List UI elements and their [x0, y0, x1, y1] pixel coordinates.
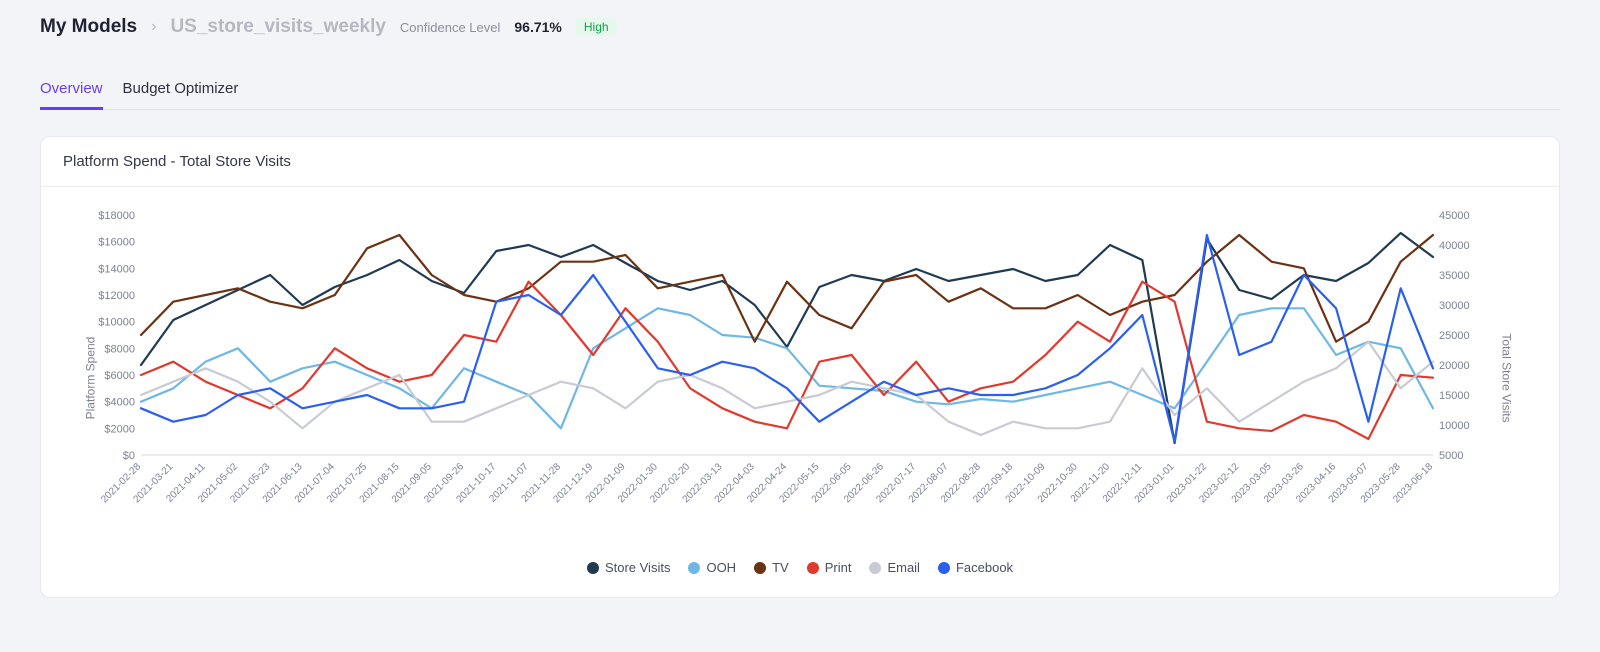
- svg-text:$4000: $4000: [104, 397, 135, 409]
- legend-label: OOH: [706, 560, 736, 575]
- chart-area[interactable]: Platform Spend Total Store Visits $0 $200…: [63, 205, 1537, 550]
- svg-text:25000: 25000: [1439, 330, 1470, 342]
- svg-text:$10000: $10000: [98, 317, 135, 329]
- legend-dot-icon: [754, 562, 766, 574]
- legend-item[interactable]: Store Visits: [587, 560, 671, 575]
- legend-dot-icon: [807, 562, 819, 574]
- svg-text:15000: 15000: [1439, 390, 1470, 402]
- confidence-value: 96.71%: [514, 19, 561, 35]
- legend-item[interactable]: Facebook: [938, 560, 1013, 575]
- legend-dot-icon: [688, 562, 700, 574]
- legend-item[interactable]: TV: [754, 560, 789, 575]
- card-title: Platform Spend - Total Store Visits: [41, 137, 1559, 187]
- tab-overview[interactable]: Overview: [40, 80, 103, 110]
- legend-label: Store Visits: [605, 560, 671, 575]
- breadcrumb: My Models › US_store_visits_weekly Confi…: [40, 16, 1560, 38]
- svg-text:5000: 5000: [1439, 450, 1463, 462]
- chart-card: Platform Spend - Total Store Visits Plat…: [40, 136, 1560, 598]
- svg-text:$6000: $6000: [104, 370, 135, 382]
- svg-text:10000: 10000: [1439, 420, 1470, 432]
- svg-text:45000: 45000: [1439, 210, 1470, 222]
- svg-text:20000: 20000: [1439, 360, 1470, 372]
- legend-label: Facebook: [956, 560, 1013, 575]
- svg-text:$2000: $2000: [104, 423, 135, 435]
- legend-item[interactable]: Print: [807, 560, 852, 575]
- chevron-right-icon: ›: [151, 18, 156, 36]
- y-left-axis-label: Platform Spend: [83, 336, 97, 419]
- legend-dot-icon: [587, 562, 599, 574]
- chart-svg[interactable]: $0 $2000 $4000 $6000 $8000 $10000 $12000 $14000…: [63, 205, 1493, 545]
- svg-text:$16000: $16000: [98, 237, 135, 249]
- breadcrumb-root[interactable]: My Models: [40, 16, 137, 38]
- svg-text:30000: 30000: [1439, 300, 1470, 312]
- svg-text:$12000: $12000: [98, 290, 135, 302]
- svg-text:40000: 40000: [1439, 240, 1470, 252]
- confidence-badge: High: [576, 18, 617, 36]
- svg-text:$18000: $18000: [98, 210, 135, 222]
- legend-dot-icon: [938, 562, 950, 574]
- legend-label: Print: [825, 560, 852, 575]
- legend-dot-icon: [869, 562, 881, 574]
- tab-budget-optimizer[interactable]: Budget Optimizer: [123, 80, 239, 109]
- tabs: Overview Budget Optimizer: [40, 80, 1560, 110]
- svg-text:$0: $0: [123, 450, 135, 462]
- legend-label: TV: [772, 560, 789, 575]
- confidence-label: Confidence Level: [400, 20, 500, 35]
- y-right-axis-label: Total Store Visits: [1499, 333, 1513, 422]
- breadcrumb-model: US_store_visits_weekly: [170, 16, 385, 38]
- legend-item[interactable]: OOH: [688, 560, 736, 575]
- legend-label: Email: [887, 560, 920, 575]
- legend: Store Visits OOH TV Print Email Facebook: [63, 550, 1537, 591]
- svg-text:$8000: $8000: [104, 343, 135, 355]
- legend-item[interactable]: Email: [869, 560, 920, 575]
- svg-text:$14000: $14000: [98, 263, 135, 275]
- svg-text:35000: 35000: [1439, 270, 1470, 282]
